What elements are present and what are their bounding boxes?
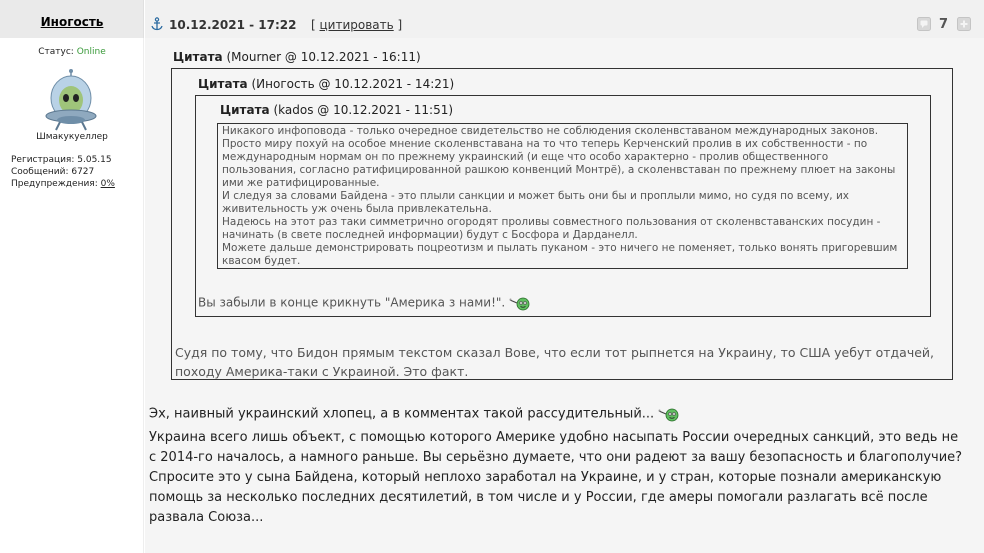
- quote2-label: Цитата: [198, 77, 248, 91]
- author-header: Иногость: [0, 0, 144, 38]
- bracket-close: ]: [397, 18, 403, 32]
- forum-post: Иногость Статус: Online Шмакукуеллер Рег…: [0, 0, 984, 553]
- anchor-icon[interactable]: [150, 17, 164, 31]
- quote2-text: Вы забыли в конце крикнуть "Америка з на…: [198, 295, 506, 310]
- quote3-line: И следуя за словами Байдена - это плыли …: [222, 190, 849, 215]
- quote3-label: Цитата: [220, 103, 270, 117]
- status-label: Статус:: [38, 47, 74, 57]
- quote1-label: Цитата: [173, 50, 223, 64]
- quote3-line: Надеюсь на этот раз таки симметрично ого…: [222, 216, 881, 241]
- warn-row: Предупреждения: 0%: [11, 178, 115, 190]
- reply-line1: Эх, наивный украинский хлопец, а в комме…: [149, 406, 655, 422]
- quote3-line: Никакого инфоповода - только очередное с…: [222, 125, 879, 137]
- smoking-smiley-icon: [658, 408, 679, 422]
- reg-row: Регистрация: 5.05.15: [11, 154, 115, 166]
- quote3-meta: (kados @ 10.12.2021 - 11:51): [273, 103, 454, 117]
- post-date: 10.12.2021 - 17:22: [169, 18, 297, 32]
- quote2-title: Цитата (Иногость @ 10.12.2021 - 14:21): [198, 77, 454, 91]
- quote2-meta: (Иногость @ 10.12.2021 - 14:21): [251, 77, 455, 91]
- quote3-box: Никакого инфоповода - только очередное с…: [217, 123, 908, 269]
- report-icon[interactable]: [917, 17, 931, 31]
- reg-value: 5.05.15: [77, 155, 112, 165]
- warn-label: Предупреждения:: [11, 179, 98, 189]
- quote-button[interactable]: цитировать: [320, 18, 394, 32]
- smoking-smiley-icon: [509, 297, 530, 311]
- plus-icon[interactable]: [957, 17, 971, 31]
- quote1-text: Судя по тому, что Бидон прямым текстом с…: [175, 345, 935, 379]
- author-nick: Шмакукуеллер: [36, 132, 108, 142]
- posts-value: 6727: [71, 167, 95, 177]
- alien-ufo-avatar: [45, 69, 97, 131]
- posts-label: Сообщений:: [11, 167, 69, 177]
- reply-body: Украина всего лишь объект, с помощью кот…: [149, 428, 969, 528]
- author-name-link[interactable]: Иногость: [0, 15, 144, 29]
- post-rating: 7: [939, 17, 949, 32]
- warn-value-link[interactable]: 0%: [101, 179, 115, 189]
- reg-label: Регистрация:: [11, 155, 75, 165]
- author-status: Статус: Online: [0, 47, 144, 57]
- quote2-text-row: Вы забыли в конце крикнуть "Америка з на…: [198, 295, 531, 311]
- reply-paragraph: Украина всего лишь объект, с помощью кот…: [149, 430, 963, 465]
- posts-row: Сообщений: 6727: [11, 166, 115, 178]
- author-sidebar: Статус: Online Шмакукуеллер Регистрация:…: [0, 38, 144, 553]
- quote1-meta: (Mourner @ 10.12.2021 - 16:11): [226, 50, 421, 64]
- status-online: Online: [76, 47, 106, 57]
- quote3-title: Цитата (kados @ 10.12.2021 - 11:51): [220, 103, 453, 117]
- author-info: Регистрация: 5.05.15 Сообщений: 6727 Пре…: [11, 154, 115, 190]
- quote3-line: Просто миру похуй на особое мнение сколе…: [222, 138, 896, 189]
- quote-action: [ цитировать ]: [311, 18, 402, 32]
- bracket-open: [: [311, 18, 316, 32]
- quote1-title: Цитата (Mourner @ 10.12.2021 - 16:11): [173, 50, 421, 64]
- reply-paragraph: Спросите это у сына Байдена, который неп…: [149, 470, 942, 525]
- reply-first-line: Эх, наивный украинский хлопец, а в комме…: [149, 406, 680, 422]
- quote3-line: Можете дальше демонстрировать поцреотизм…: [222, 242, 898, 267]
